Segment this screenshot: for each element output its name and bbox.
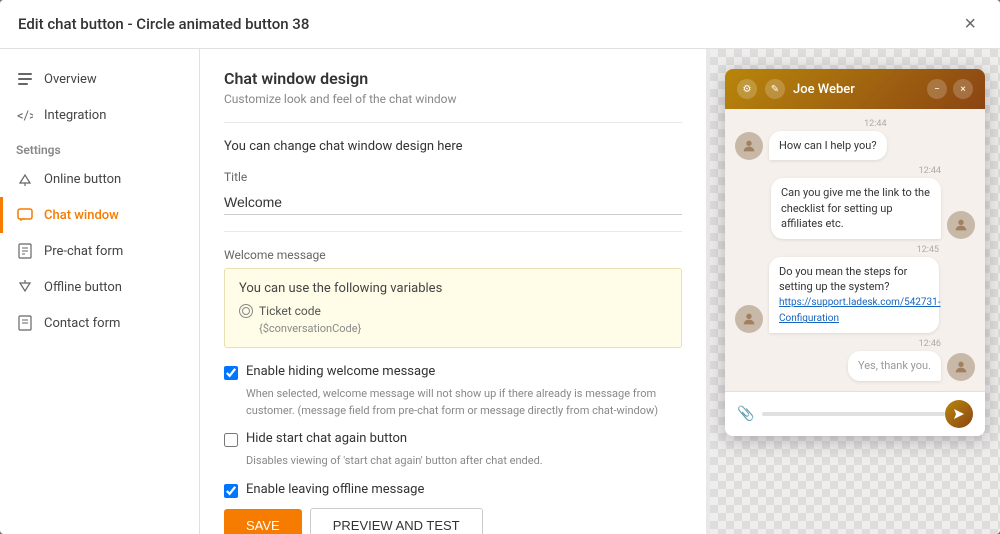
offline-button-icon [16, 278, 34, 296]
message-2-bubble: Can you give me the link to the checklis… [771, 178, 941, 238]
chat-message-1: 12:44 How can I help you? [735, 119, 975, 160]
chat-header-actions: − × [927, 79, 973, 99]
message-3-time: 12:45 [769, 245, 939, 255]
chat-header: ⚙ ✎ Joe Weber − × [725, 69, 985, 109]
modal: Edit chat button - Circle animated butto… [0, 0, 1000, 534]
chat-message-4: 12:46 Yes, thank you. [735, 339, 975, 380]
modal-header: Edit chat button - Circle animated butto… [0, 0, 1000, 49]
welcome-message-group: Welcome message You can use the followin… [224, 248, 682, 348]
integration-icon: </> [16, 106, 34, 124]
message-4-time: 12:46 [848, 339, 941, 349]
gear-icon[interactable]: ⚙ [737, 79, 757, 99]
chat-message-3: 12:45 Do you mean the steps for setting … [735, 245, 975, 334]
enable-offline-row: Enable leaving offline message [224, 482, 682, 498]
chat-message-2: 12:44 Can you give me the link to the ch… [735, 166, 975, 238]
enable-hiding-desc: When selected, welcome message will not … [246, 386, 682, 419]
agent-name: Joe Weber [793, 82, 855, 97]
pre-chat-form-icon [16, 242, 34, 260]
sidebar-item-offline-button[interactable]: Offline button [0, 269, 199, 305]
chat-widget: ⚙ ✎ Joe Weber − × [725, 69, 985, 436]
btn-row: SAVE PREVIEW AND TEST [224, 504, 682, 534]
message-3-wrap: 12:45 Do you mean the steps for setting … [769, 245, 939, 334]
sidebar-item-integration[interactable]: </> Integration [0, 97, 199, 133]
customer-avatar-2 [947, 353, 975, 381]
active-indicator [0, 197, 3, 233]
preview-button[interactable]: PREVIEW AND TEST [310, 508, 483, 534]
chat-input-bar [762, 412, 945, 416]
sidebar-item-online-button[interactable]: Online button [0, 161, 199, 197]
sidebar-label-integration: Integration [44, 108, 106, 123]
sidebar-label-overview: Overview [44, 72, 97, 87]
enable-hiding-checkbox[interactable] [224, 366, 238, 380]
sidebar: Overview </> Integration Settings [0, 49, 200, 534]
hide-start-desc: Disables viewing of 'start chat again' b… [246, 453, 682, 470]
message-2-wrap: 12:44 Can you give me the link to the ch… [771, 166, 941, 238]
contact-form-icon [16, 314, 34, 332]
section-title: Chat window design [224, 69, 682, 88]
divider-2 [224, 231, 682, 232]
svg-text:</>: </> [17, 109, 33, 123]
enable-offline-checkbox[interactable] [224, 484, 238, 498]
chat-window-icon [16, 206, 34, 224]
circle-check-icon [239, 304, 253, 318]
modal-title: Edit chat button - Circle animated butto… [18, 15, 309, 33]
hide-start-checkbox[interactable] [224, 433, 238, 447]
welcome-message-label: Welcome message [224, 248, 682, 262]
online-button-icon [16, 170, 34, 188]
save-button[interactable]: SAVE [224, 509, 302, 534]
sidebar-label-contact-form: Contact form [44, 316, 120, 331]
title-group: Title [224, 170, 682, 215]
info-box: You can use the following variables Tick… [224, 268, 682, 348]
sidebar-item-overview[interactable]: Overview [0, 61, 199, 97]
variable-item: Ticket code [239, 304, 667, 318]
hide-start-label: Hide start chat again button [246, 431, 407, 446]
sidebar-label-online-button: Online button [44, 172, 121, 187]
chat-footer: 📎 [725, 391, 985, 436]
modal-body: Overview </> Integration Settings [0, 49, 1000, 534]
message-3-bubble: Do you mean the steps for setting up the… [769, 257, 939, 334]
chat-header-left: ⚙ ✎ Joe Weber [737, 79, 855, 99]
message-2-time: 12:44 [771, 166, 941, 176]
sidebar-item-chat-window[interactable]: Chat window [0, 197, 199, 233]
title-input[interactable] [224, 190, 682, 215]
overview-icon [16, 70, 34, 88]
settings-section-header: Settings [0, 133, 199, 161]
message-4-bubble: Yes, thank you. [848, 351, 941, 380]
attach-icon[interactable]: 📎 [737, 406, 754, 422]
title-label: Title [224, 170, 682, 184]
modal-overlay: Edit chat button - Circle animated butto… [0, 0, 1000, 534]
variable-code: {$conversationCode} [259, 322, 667, 335]
sidebar-label-chat-window: Chat window [44, 208, 119, 223]
message-1-time: 12:44 [769, 119, 887, 129]
customer-avatar-1 [947, 211, 975, 239]
message-1-bubble: How can I help you? [769, 131, 887, 160]
close-chat-icon[interactable]: × [953, 79, 973, 99]
enable-hiding-label: Enable hiding welcome message [246, 364, 435, 379]
preview-panel: ⚙ ✎ Joe Weber − × [710, 49, 1000, 534]
minimize-icon[interactable]: − [927, 79, 947, 99]
chat-body: 12:44 How can I help you? 12:44 Can [725, 109, 985, 391]
message-1-wrap: 12:44 How can I help you? [769, 119, 887, 160]
close-button[interactable]: × [958, 12, 982, 36]
agent-avatar-2 [735, 305, 763, 333]
divider-1 [224, 122, 682, 123]
change-text: You can change chat window design here [224, 139, 463, 154]
sidebar-item-contact-form[interactable]: Contact form [0, 305, 199, 341]
sidebar-label-offline-button: Offline button [44, 280, 122, 295]
enable-offline-label: Enable leaving offline message [246, 482, 424, 497]
send-button[interactable] [945, 400, 973, 428]
enable-hiding-row: Enable hiding welcome message [224, 364, 682, 380]
message-3-link[interactable]: https://support.ladesk.com/542731-Config… [779, 297, 941, 324]
sidebar-item-pre-chat-form[interactable]: Pre-chat form [0, 233, 199, 269]
section-subtitle: Customize look and feel of the chat wind… [224, 92, 682, 106]
variable-name: Ticket code [259, 304, 321, 318]
sidebar-label-pre-chat-form: Pre-chat form [44, 244, 123, 259]
main-content: Chat window design Customize look and fe… [200, 49, 706, 534]
info-box-title: You can use the following variables [239, 281, 667, 296]
pencil-icon[interactable]: ✎ [765, 79, 785, 99]
message-4-wrap: 12:46 Yes, thank you. [848, 339, 941, 380]
hide-start-row: Hide start chat again button [224, 431, 682, 447]
agent-avatar-1 [735, 132, 763, 160]
change-text-group: You can change chat window design here [224, 139, 682, 154]
